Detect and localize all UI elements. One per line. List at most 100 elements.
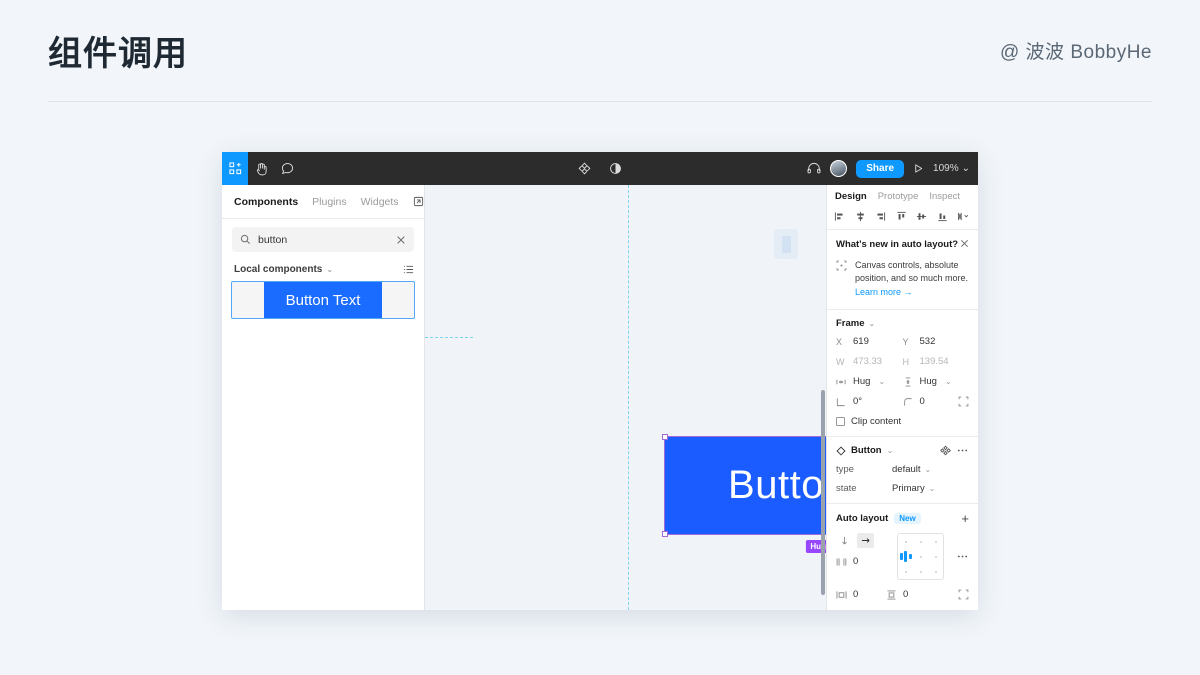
chevron-down-icon: ⌄ [869,319,876,328]
zoom-control[interactable]: 109% ⌄ [933,163,970,174]
canvas-controls-icon [836,260,847,299]
property-value[interactable]: Primary ⌄ [892,483,935,494]
tab-plugins[interactable]: Plugins [312,196,346,208]
toolbar-right-group: Share 109% ⌄ [807,160,970,178]
align-right-icon[interactable] [875,211,886,222]
canvas-thumbnail-icon [774,229,798,259]
vertical-resize-value: Hug [920,376,937,387]
component-property-type[interactable]: type default ⌄ [836,464,969,475]
checkbox-box [836,417,845,426]
hand-tool-icon[interactable] [248,152,274,185]
x-position-field[interactable]: X 619 [836,336,903,347]
headphones-icon[interactable] [807,162,821,175]
tab-design[interactable]: Design [835,191,867,202]
figma-canvas[interactable]: Button Text Hug × Hug [425,185,826,610]
components-menu-icon[interactable] [222,152,248,185]
property-value[interactable]: default ⌄ [892,464,931,475]
tab-components[interactable]: Components [234,196,298,208]
avatar[interactable] [830,160,847,177]
plus-icon[interactable]: + [961,512,969,525]
corner-radius-field[interactable]: 0 [903,396,970,407]
w-value: 473.33 [853,356,882,367]
independent-corners-icon[interactable] [958,396,969,407]
alignment-guide-vertical [628,185,629,610]
canvas-scrollbar[interactable] [821,390,825,595]
assets-panel: Components Plugins Widgets [222,185,425,610]
chevron-down-icon: ⌄ [962,163,970,174]
vertical-direction-icon[interactable] [836,533,853,548]
align-left-icon[interactable] [834,211,845,222]
rotation-icon [836,397,847,407]
vertical-padding-field[interactable]: 0 [886,589,938,600]
component-section: Button ⌄ [827,437,978,504]
component-icon [836,446,846,456]
share-button[interactable]: Share [856,160,904,178]
header-divider [48,101,1152,102]
present-play-icon[interactable] [913,163,924,174]
frame-title-label: Frame [836,318,865,329]
assets-search-wrap: button [222,219,424,256]
width-field[interactable]: W 473.33 [836,356,903,367]
contrast-icon[interactable] [609,162,622,175]
rotation-value: 0° [853,396,862,407]
grid-dot [935,541,937,543]
figma-toolbar: Share 109% ⌄ [222,152,978,185]
align-horizontal-centers-icon[interactable] [855,211,866,222]
tab-prototype[interactable]: Prototype [878,191,919,202]
rotation-field[interactable]: 0° [836,396,903,407]
vertical-resizing-field[interactable]: Hug ⌄ [903,376,970,387]
local-components-label: Local components [234,264,322,275]
align-vertical-centers-icon[interactable] [916,211,927,222]
y-position-field[interactable]: Y 532 [903,336,970,347]
property-value-label: default [892,464,921,475]
whats-new-text: Canvas controls, absolute position, and … [855,259,969,299]
close-icon[interactable] [960,239,969,248]
more-options-icon[interactable] [956,551,969,562]
height-field[interactable]: H 139.54 [903,356,970,367]
individual-padding-icon[interactable] [958,589,969,600]
canvas-button-label: Button Text [728,463,826,508]
learn-more-link[interactable]: Learn more → [855,286,969,299]
swap-instance-icon[interactable] [940,445,951,456]
component-card-button[interactable]: Button Text [231,281,415,319]
x-value: 619 [853,336,869,347]
h-label: H [903,357,914,367]
tab-widgets[interactable]: Widgets [361,196,399,208]
list-view-icon[interactable] [403,264,414,275]
horizontal-padding-value: 0 [853,589,858,600]
gap-field[interactable]: 0 [836,556,888,567]
auto-layout-title: Auto layout [836,513,888,524]
plugin-icon[interactable] [578,162,591,175]
vertical-padding-icon [886,590,897,600]
resize-handle-bottom-left[interactable] [662,531,668,537]
whats-new-banner: What's new in auto layout? [827,230,978,310]
align-top-icon[interactable] [896,211,907,222]
horizontal-direction-icon[interactable] [857,533,874,548]
expand-panel-icon[interactable] [413,196,424,207]
selected-frame[interactable]: Button Text Hug × Hug [665,437,826,534]
tab-inspect[interactable]: Inspect [929,191,960,202]
resize-handle-top-left[interactable] [662,434,668,440]
horizontal-resizing-field[interactable]: Hug ⌄ [836,376,903,387]
chevron-down-icon: ⌄ [945,377,952,386]
close-icon[interactable] [396,235,406,245]
local-components-section-header[interactable]: Local components ⌄ [222,256,424,281]
frame-properties-grid: X 619 Y 532 W 473.33 H 1 [836,336,969,407]
component-property-state[interactable]: state Primary ⌄ [836,483,969,494]
grid-dot [920,541,922,543]
alignment-guide-horizontal [425,337,473,338]
horizontal-padding-field[interactable]: 0 [836,589,886,600]
align-bottom-icon[interactable] [937,211,948,222]
padding-controls: 0 0 [836,589,969,600]
corner-radius-value: 0 [920,396,925,407]
auto-layout-header: Auto layout New + [836,512,969,525]
canvas-button[interactable]: Button Text [665,437,826,534]
clip-content-checkbox[interactable]: Clip content [836,416,969,427]
distribute-icon[interactable] [957,211,971,222]
search-input[interactable]: button [232,227,414,252]
component-name: Button [851,445,882,456]
vertical-resize-icon [903,377,914,387]
alignment-grid[interactable] [897,533,944,580]
more-options-icon[interactable] [956,445,969,456]
comment-tool-icon[interactable] [274,152,300,185]
